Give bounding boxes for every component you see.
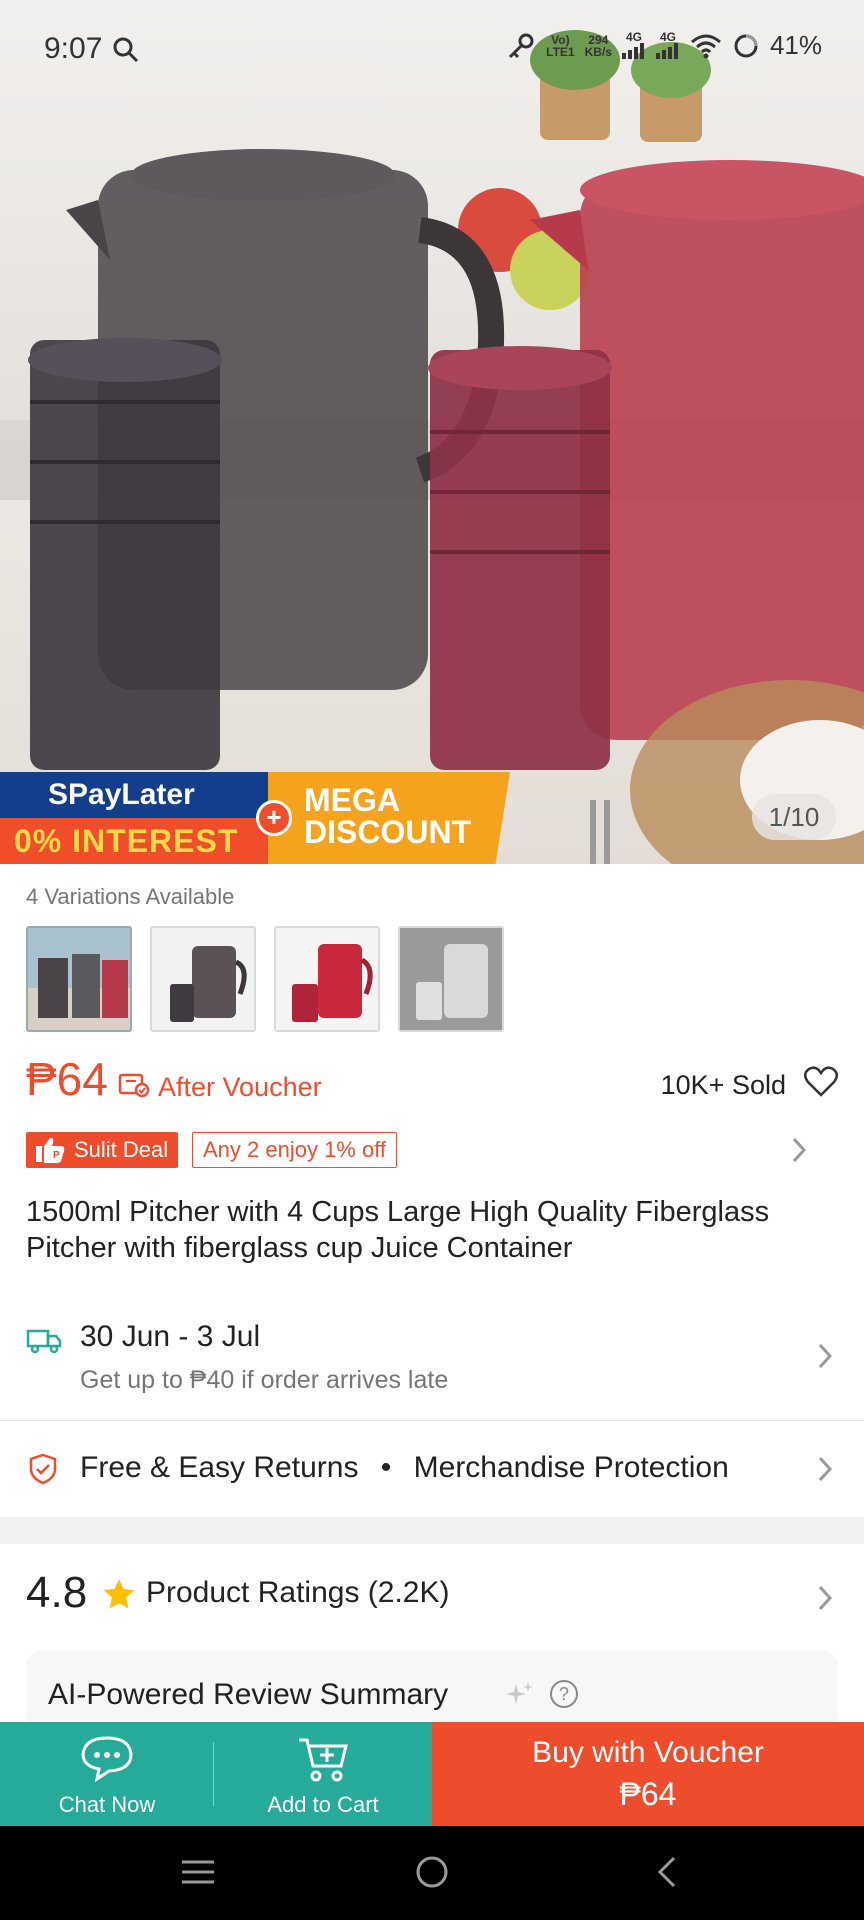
- rating-score: 4.8: [26, 1568, 88, 1617]
- protection-row[interactable]: Free & Easy Returns • Merchandise Protec…: [0, 1421, 864, 1517]
- product-title: 1500ml Pitcher with 4 Cups Large High Qu…: [26, 1196, 770, 1264]
- chat-now-label: Chat Now: [58, 1792, 156, 1817]
- delivery-date: 30 Jun - 3 Jul: [80, 1320, 261, 1353]
- sold-count: 10K+ Sold: [660, 1070, 786, 1100]
- action-bar: Chat Now Add to Cart Buy with Voucher ₱6…: [0, 1722, 864, 1826]
- ai-summary-label: AI-Powered Review Summary: [48, 1678, 449, 1711]
- buy-price: ₱64: [619, 1776, 677, 1812]
- chevron-right-icon: [818, 1585, 833, 1611]
- price-row: ₱64 After Voucher 10K+ Sold: [26, 1052, 838, 1112]
- heart-icon[interactable]: [804, 1066, 838, 1098]
- home-icon[interactable]: [414, 1854, 450, 1890]
- voucher-icon: [118, 1073, 150, 1098]
- network-speed: 294 KB/s: [584, 32, 612, 59]
- chevron-right-icon: [818, 1343, 833, 1369]
- key-icon: [509, 33, 534, 58]
- sulit-deal-badge: P Sulit Deal: [26, 1132, 179, 1168]
- status-time: 9:07: [44, 32, 103, 65]
- bundle-offer-badge: Any 2 enjoy 1% off: [192, 1132, 398, 1168]
- add-to-cart-button[interactable]: Add to Cart: [214, 1722, 432, 1826]
- menu-icon[interactable]: [180, 1854, 216, 1890]
- returns-text: Free & Easy Returns • Merchandise Protec…: [80, 1451, 729, 1485]
- variation-thumbnails: [26, 926, 504, 1032]
- variation-thumb-4[interactable]: [398, 926, 504, 1032]
- spaylater-label: SPayLater: [0, 772, 270, 818]
- variation-thumb-2[interactable]: [150, 926, 256, 1032]
- star-icon: [103, 1579, 135, 1609]
- signal-icon: [621, 42, 644, 59]
- thumbs-up-icon: P: [36, 1137, 65, 1163]
- chevron-right-icon: [818, 1456, 833, 1482]
- mega-discount-label: MEGA DISCOUNT: [268, 772, 510, 864]
- volte-indicator: Vo) LTE1: [546, 32, 575, 59]
- ratings-section: 4.8 Product Ratings (2.2K) AI-Powered Re…: [0, 1544, 864, 1740]
- help-icon[interactable]: ?: [550, 1680, 578, 1708]
- chevron-right-icon: [792, 1137, 807, 1163]
- buy-with-voucher-button[interactable]: Buy with Voucher ₱64: [432, 1722, 864, 1826]
- product-photo: [28, 30, 864, 864]
- cart-add-icon: [299, 1738, 348, 1782]
- price: ₱64: [26, 1053, 108, 1105]
- variation-thumb-1[interactable]: [26, 926, 132, 1032]
- add-to-cart-label: Add to Cart: [267, 1792, 379, 1817]
- late-guarantee: Get up to ₱40 if order arrives late: [80, 1366, 449, 1394]
- variation-thumb-3[interactable]: [274, 926, 380, 1032]
- network-type-1: 4G: [621, 31, 646, 61]
- search-icon: [113, 37, 139, 63]
- truck-icon: [26, 1329, 62, 1354]
- plus-icon: +: [256, 800, 292, 836]
- shipping-row[interactable]: 30 Jun - 3 Jul Get up to ₱40 if order ar…: [0, 1292, 864, 1420]
- image-counter: 1/10: [752, 794, 836, 840]
- status-bar: 9:07 Vo) LTE1 294 KB/s 4G 4G 41%: [0, 0, 864, 100]
- back-icon[interactable]: [652, 1854, 682, 1890]
- network-type-2: 4G: [655, 31, 680, 61]
- promo-banner: SPayLater 0% INTEREST MEGA DISCOUNT +: [0, 772, 510, 864]
- after-voucher-label: After Voucher: [158, 1072, 322, 1102]
- ratings-link[interactable]: Product Ratings (2.2K): [146, 1576, 449, 1610]
- wifi-icon: [690, 34, 721, 58]
- battery-level: 41%: [769, 30, 822, 60]
- merchandise-protection-label: Merchandise Protection: [413, 1451, 729, 1484]
- deal-row[interactable]: P Sulit Deal Any 2 enjoy 1% off: [26, 1132, 838, 1172]
- status-icons: Vo) LTE1 294 KB/s 4G 4G 41%: [506, 30, 822, 61]
- variations-label: 4 Variations Available: [26, 884, 235, 909]
- free-returns-label: Free & Easy Returns: [80, 1451, 359, 1484]
- chat-now-button[interactable]: Chat Now: [0, 1722, 214, 1826]
- signal-icon: [655, 42, 678, 59]
- bullet: •: [380, 1451, 392, 1484]
- svg-text:P: P: [53, 1150, 60, 1161]
- buy-label: Buy with Voucher: [532, 1736, 764, 1769]
- product-image-carousel[interactable]: [0, 0, 864, 864]
- system-nav-bar: [0, 1826, 864, 1920]
- interest-label: 0% INTEREST: [0, 818, 270, 864]
- shield-icon: [29, 1453, 57, 1485]
- chat-icon: [81, 1736, 133, 1782]
- sparkle-icon: [506, 1682, 533, 1704]
- battery-icon: [734, 34, 758, 57]
- product-info: 4 Variations Available ₱64 After Voucher…: [0, 864, 864, 1292]
